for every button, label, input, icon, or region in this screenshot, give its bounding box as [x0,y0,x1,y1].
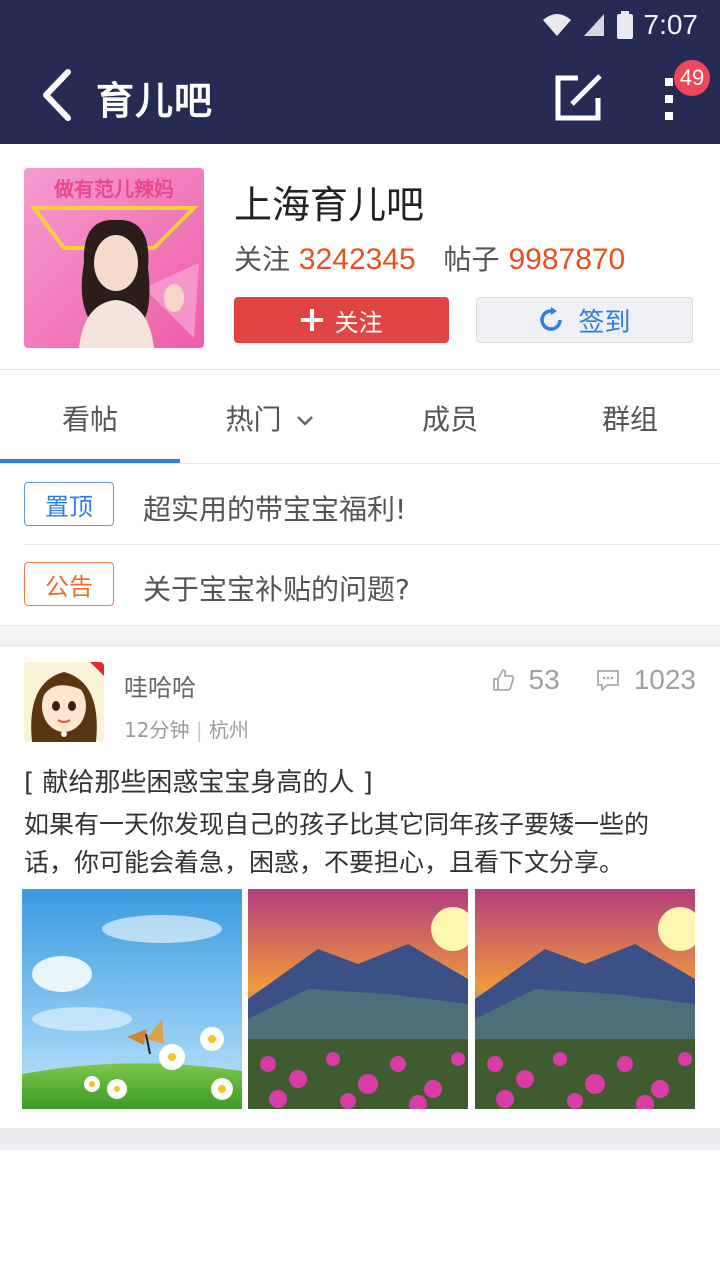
posts-count: 9987870 [508,243,626,276]
posts-label: 帖子 [443,243,500,276]
like-count: 53 [528,664,560,695]
notification-badge: 49 [674,60,710,96]
avatar[interactable] [24,662,104,742]
divider [24,544,720,545]
post-meta: 12分钟 | 杭州 [124,718,249,742]
chevron-down-icon [297,416,314,426]
announcement-tag: 公告 [24,562,114,606]
checkin-button-label: 签到 [578,307,631,338]
thumbs-up-icon[interactable] [491,668,515,692]
wifi-icon [542,14,571,36]
battery-icon [616,11,633,39]
forum-avatar: 做有范儿辣妈 [24,168,204,348]
follow-button[interactable]: 关注 [234,297,449,343]
followers-count: 3242345 [298,243,416,276]
pinned-tag: 置顶 [24,482,114,526]
divider [0,369,720,370]
forum-name: 上海育儿吧 [234,183,425,227]
comment-icon[interactable] [596,669,620,691]
tab-hot[interactable]: 热门 [180,398,360,438]
plus-icon [300,309,323,331]
section-gap [0,1128,720,1150]
post-image[interactable] [22,889,242,1109]
announcement-text: 关于宝宝补贴的问题? [143,573,410,606]
status-bar: 7:07 [542,8,699,42]
followers-label: 关注 [234,243,291,276]
checkin-button[interactable]: 签到 [476,297,693,343]
pinned-text: 超实用的带宝宝福利! [143,493,407,526]
post-image[interactable] [475,889,695,1109]
tab-posts[interactable]: 看帖 [0,398,180,438]
tab-members[interactable]: 成员 [360,398,540,438]
post-time: 12分钟 [124,718,190,742]
follow-button-label: 关注 [334,308,383,337]
post-author[interactable]: 哇哈哈 [124,668,196,703]
section-gap [0,625,720,646]
forum-stats: 关注 3242345 帖子 9987870 [234,238,625,278]
tab-hot-label: 热门 [225,403,282,436]
forum-banner-text: 做有范儿辣妈 [53,177,174,201]
post-title[interactable]: [ 献给那些困惑宝宝身高的人 ] [24,762,373,799]
tab-groups[interactable]: 群组 [540,398,720,438]
refresh-icon [540,307,563,331]
post-body[interactable]: 如果有一天你发现自己的孩子比其它同年孩子要矮一些的话，你可能会着急，困惑，不要担… [24,806,696,882]
back-arrow-icon[interactable] [36,66,80,124]
page-title: 育儿吧 [96,79,214,123]
edit-icon[interactable] [554,72,604,122]
post-counts: 53 1023 [491,664,696,696]
post-image[interactable] [248,889,468,1109]
signal-icon [583,14,604,36]
comment-count: 1023 [633,664,696,695]
divider [0,463,720,464]
status-time: 7:07 [643,9,699,40]
post-location: 杭州 [208,718,249,742]
